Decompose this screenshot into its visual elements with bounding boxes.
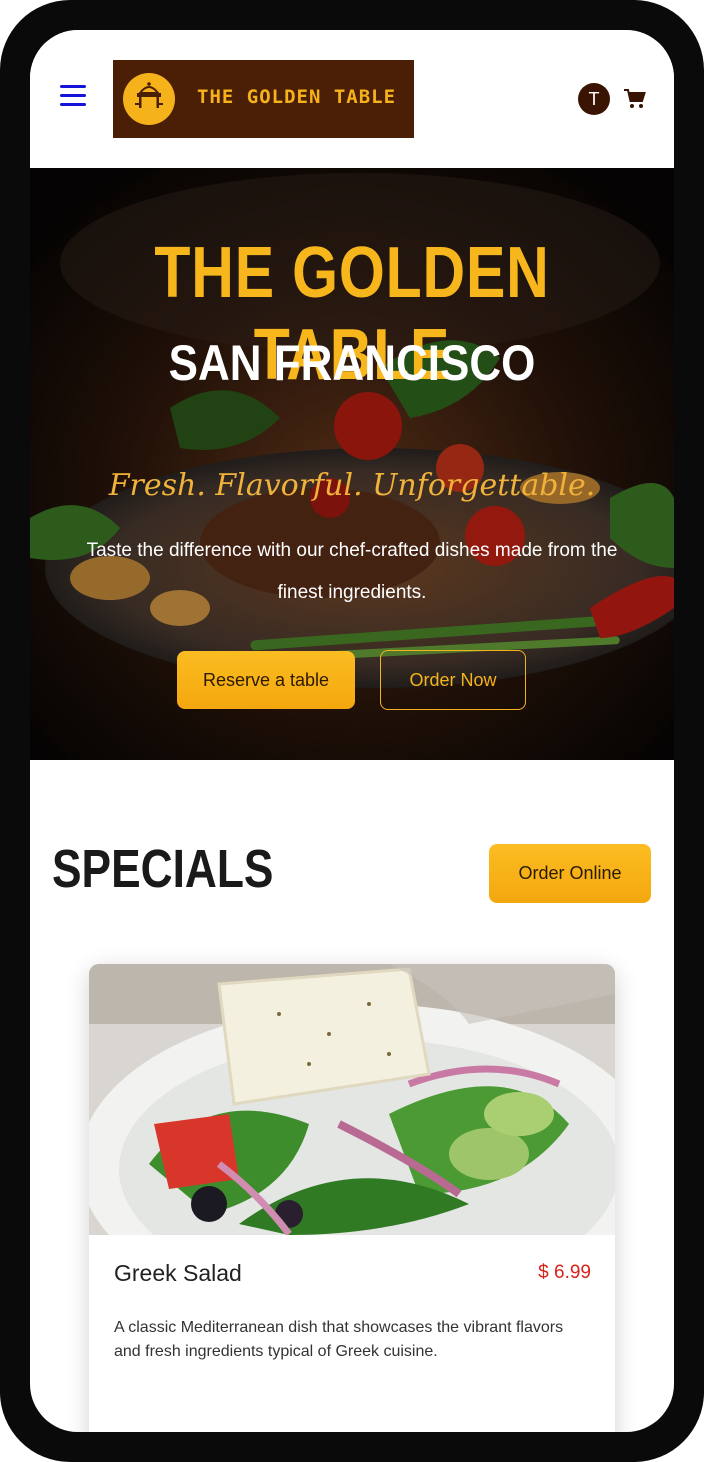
greek-salad-photo	[89, 964, 615, 1235]
site-header: THE GOLDEN TABLE T	[30, 30, 674, 168]
shopping-cart-icon[interactable]	[624, 89, 646, 109]
hero-banner: THE GOLDEN TABLE SAN FRANCISCO Fresh. Fl…	[30, 168, 674, 760]
site-logo[interactable]: THE GOLDEN TABLE	[113, 60, 414, 138]
hero-description: Taste the difference with our chef-craft…	[86, 540, 618, 603]
phone-frame: THE GOLDEN TABLE T THE GOLDEN TABLE SAN …	[0, 0, 704, 1462]
logo-text: THE GOLDEN TABLE	[197, 86, 397, 108]
order-online-button[interactable]: Order Online	[489, 844, 651, 903]
logo-emblem-icon	[123, 73, 175, 125]
special-card[interactable]: Greek Salad $ 6.99 A classic Mediterrane…	[89, 964, 615, 1432]
reserve-table-button[interactable]: Reserve a table	[177, 651, 355, 709]
special-item-price: $ 6.99	[538, 1262, 591, 1283]
special-item-name: Greek Salad	[114, 1260, 242, 1286]
screen: THE GOLDEN TABLE T THE GOLDEN TABLE SAN …	[30, 30, 674, 1432]
hamburger-menu-icon[interactable]	[60, 85, 86, 107]
hero-tagline: Fresh. Flavorful. Unforgettable.	[108, 468, 596, 503]
hero-city: SAN FRANCISCO	[168, 335, 536, 391]
special-item-description: A classic Mediterranean dish that showca…	[114, 1319, 564, 1360]
order-now-button[interactable]: Order Now	[380, 650, 526, 710]
specials-heading: SPECIALS	[52, 839, 274, 899]
user-avatar[interactable]: T	[578, 83, 610, 115]
